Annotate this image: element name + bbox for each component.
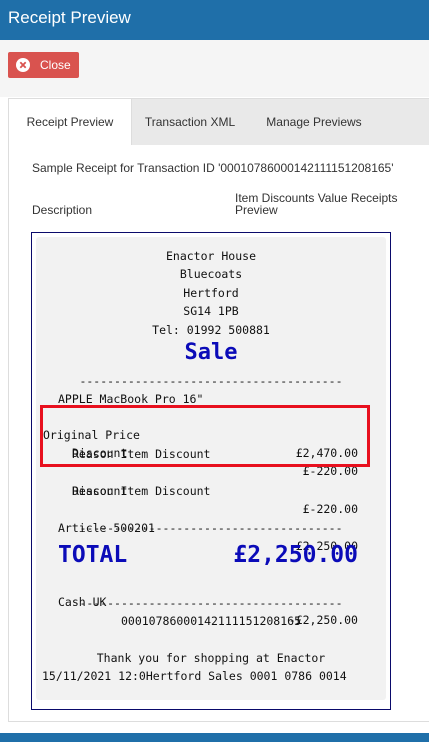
preview-column-header: Item Discounts Value Receipts Preview bbox=[235, 191, 398, 217]
tab-receipt-preview[interactable]: Receipt Preview bbox=[9, 99, 132, 145]
receipt-header-line: SG14 1PB bbox=[183, 304, 239, 318]
highlight-box bbox=[40, 405, 370, 467]
tab-manage-previews[interactable]: Manage Previews bbox=[249, 99, 379, 145]
receipt-divider: -------------------------------------- bbox=[79, 596, 343, 610]
discount-reason: Reason Item Discount bbox=[72, 484, 211, 498]
total-value: £2,250.00 bbox=[233, 542, 358, 568]
total-label: TOTAL bbox=[58, 542, 128, 568]
receipt-header-line: Enactor House bbox=[165, 249, 256, 263]
receipt-divider: -------------------------------------- bbox=[79, 521, 343, 535]
sample-receipt-caption: Sample Receipt for Transaction ID '00010… bbox=[32, 161, 394, 175]
tab-bar: Receipt Preview Transaction XML Manage P… bbox=[9, 99, 429, 145]
window-titlebar: Receipt Preview bbox=[0, 0, 429, 40]
receipt-frame: Enactor House Bluecoats Hertford SG14 1P… bbox=[31, 232, 391, 710]
receipt-sale-title: Sale bbox=[184, 340, 238, 365]
window-title: Receipt Preview bbox=[8, 8, 131, 27]
receipt-paper: Enactor House Bluecoats Hertford SG14 1P… bbox=[36, 237, 386, 700]
receipt-header-line: Tel: 01992 500881 bbox=[152, 323, 270, 337]
close-button-label: Close bbox=[40, 58, 71, 72]
receipt-header-line: Hertford bbox=[183, 286, 239, 300]
description-column-header: Description bbox=[32, 203, 93, 217]
close-button[interactable]: Close bbox=[8, 52, 79, 78]
receipt-footer: 15/11/2021 12:0Hertford Sales 0001 0786 … bbox=[42, 669, 347, 683]
receipt-thanks: Thank you for shopping at Enactor bbox=[96, 651, 326, 665]
receipt-divider: -------------------------------------- bbox=[79, 374, 343, 388]
bottom-bar bbox=[0, 733, 429, 742]
tab-transaction-xml[interactable]: Transaction XML bbox=[131, 99, 249, 145]
close-icon bbox=[16, 58, 30, 72]
receipt-transaction-id: 00010786000142111151208165 bbox=[120, 614, 301, 628]
receipt-header-line: Bluecoats bbox=[179, 267, 243, 281]
